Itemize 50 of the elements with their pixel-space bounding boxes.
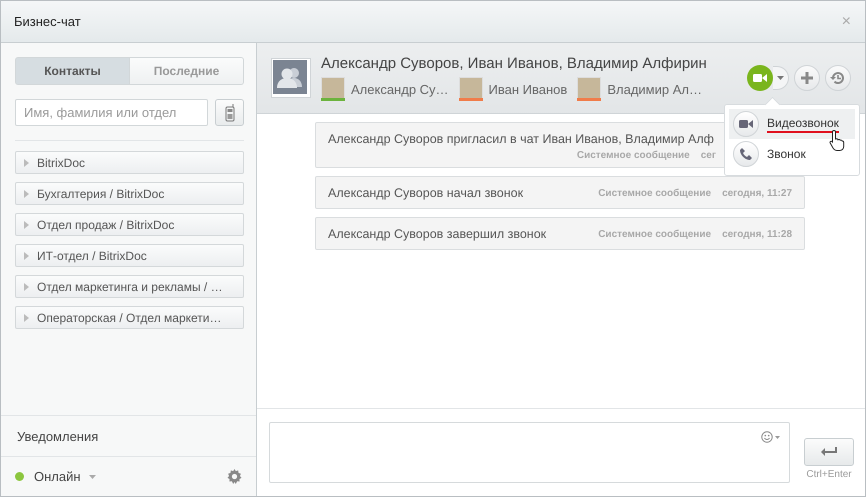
phone-handset-icon [739,147,753,161]
history-button[interactable] [825,65,851,91]
message-sender: Системное сообщение [598,188,712,198]
avatar-photo [577,77,602,98]
contact-group[interactable]: Операторская / Отдел маркети… [15,306,244,329]
notifications-link[interactable]: Уведомления [1,415,256,457]
call-menu-item[interactable]: Звонок [729,139,855,169]
message-time: сегодня, 11:28 [722,228,792,240]
message-sender: Системное сообщение [576,150,690,161]
message-text: Александр Суворов пригласил в чат Иван Иванов, Владимир Алф [328,132,714,146]
contact-group[interactable]: Отдел продаж / BitrixDoc [15,213,244,236]
plus-icon [801,72,813,84]
group-avatar-icon [271,58,311,98]
send-button[interactable] [804,438,854,466]
return-arrow-icon [821,447,837,457]
call-dropdown-button[interactable] [773,66,789,90]
contact-group[interactable]: ИТ-отдел / BitrixDoc [15,244,244,267]
search-field[interactable]: Имя, фамилия или отдел [15,99,208,126]
add-user-button[interactable] [794,65,820,91]
hand-cursor-icon [829,129,845,151]
history-icon [830,70,846,86]
settings-icon[interactable] [227,469,242,484]
participant-name[interactable]: Владимир Ал… [607,82,702,96]
tab[interactable]: Контакты [15,57,130,85]
video-camera-icon [739,119,753,129]
participant-name[interactable]: Иван Иванов [488,82,568,96]
message-sender: Системное сообщение [598,228,712,240]
avatar-photo [321,77,345,98]
smiley-icon[interactable] [761,431,781,443]
call-menu-item[interactable]: Видеозвонок [729,109,855,139]
send-shortcut-hint: Ctrl+Enter [806,469,852,480]
video-call-button[interactable] [747,65,773,91]
message-time: сег [700,150,716,161]
contact-group[interactable]: Отдел маркетинга и рекламы / … [15,275,244,298]
status-dropdown[interactable]: Онлайн [34,469,96,484]
message-text: Александр Суворов начал звонок [328,186,524,200]
chat-title: Александр Суворов, Иван Иванов, Владимир Алфирин [321,55,708,72]
window-title: Бизнес-чат [14,14,81,29]
mobile-phone-icon [224,104,234,122]
avatar-photo [458,77,483,98]
message-text: Александр Суворов завершил звонок [328,227,546,241]
phone-button[interactable] [215,99,244,126]
contact-group[interactable]: BitrixDoc [15,151,244,174]
participant-name[interactable]: Александр Су… [351,82,449,96]
message-time: сегодня, 11:27 [722,188,792,198]
contact-group[interactable]: Бухгалтерия / BitrixDoc [15,182,244,205]
video-camera-icon [753,73,767,83]
caret-icon [88,474,96,478]
message-input[interactable] [269,422,790,483]
caret-icon [777,76,784,80]
